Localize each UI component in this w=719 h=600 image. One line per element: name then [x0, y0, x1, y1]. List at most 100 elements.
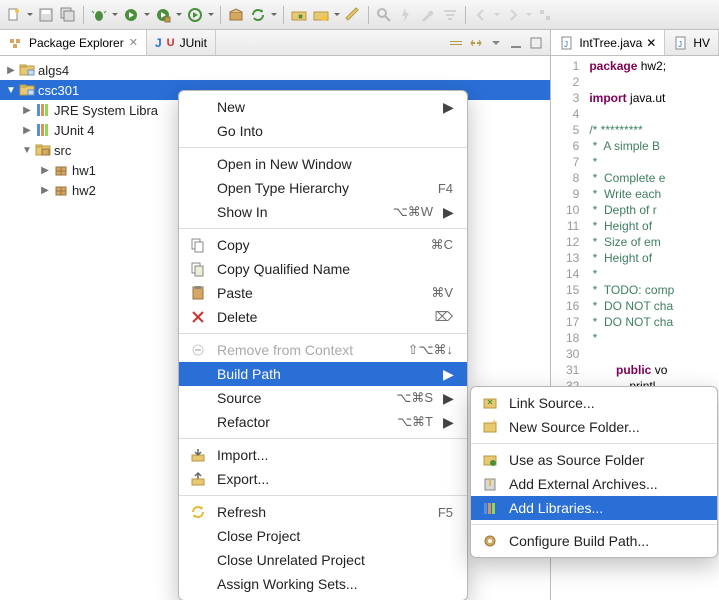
tree-label: csc301: [38, 83, 79, 98]
menu-label: Export...: [217, 471, 453, 487]
accelerator: F4: [438, 181, 453, 196]
run-icon[interactable]: [121, 5, 141, 25]
menu-item-export[interactable]: Export...: [179, 467, 467, 491]
package-icon[interactable]: [226, 5, 246, 25]
refresh-icon: [189, 504, 207, 520]
tab-inttree[interactable]: J IntTree.java ✕: [551, 30, 665, 55]
close-icon[interactable]: ✕: [129, 36, 138, 49]
menu-item-assign-working-sets[interactable]: Assign Working Sets...: [179, 572, 467, 596]
menu-item-open-type-hierarchy[interactable]: Open Type HierarchyF4: [179, 176, 467, 200]
copy-icon: [189, 237, 207, 253]
twisty-icon[interactable]: ▼: [6, 85, 16, 96]
maximize-icon[interactable]: [528, 35, 544, 51]
tree-label: src: [54, 143, 71, 158]
archive-icon: [481, 476, 499, 492]
addlib-icon: [481, 500, 499, 516]
folder-yellow-icon[interactable]: [311, 5, 331, 25]
menu-label: Show In: [217, 204, 359, 220]
filter-icon[interactable]: [440, 5, 460, 25]
context-submenu: Link Source... + New Source Folder... Use a…: [470, 386, 718, 558]
menu-item-refactor[interactable]: Refactor⌥⌘T▶: [179, 410, 467, 434]
menu-item-go-into[interactable]: Go Into: [179, 119, 467, 143]
tab-junit[interactable]: JU JUnit: [147, 30, 216, 55]
editor-tab-label: HV: [693, 36, 710, 50]
link-icon[interactable]: [468, 35, 484, 51]
menu-label: Refresh: [217, 504, 404, 520]
prev-icon[interactable]: [471, 5, 491, 25]
save-all-icon[interactable]: [58, 5, 78, 25]
menu-item-show-in[interactable]: Show In ⌥⌘W ▶: [179, 200, 467, 224]
menu-label: Import...: [217, 447, 453, 463]
wrench-icon[interactable]: [418, 5, 438, 25]
menu-item-open-in-new-window[interactable]: Open in New Window: [179, 152, 467, 176]
run-ext-icon[interactable]: [153, 5, 173, 25]
menu-item-new-source-folder[interactable]: + New Source Folder...: [471, 415, 717, 439]
twisty-icon[interactable]: ▶: [22, 125, 32, 136]
accelerator: ⌥⌘W: [393, 204, 433, 220]
svg-text:+: +: [492, 419, 497, 427]
twisty-icon[interactable]: ▶: [40, 185, 50, 196]
svg-text:J: J: [678, 40, 682, 49]
menu-label: New Source Folder...: [509, 419, 703, 435]
menu-item-add-libraries[interactable]: Add Libraries...: [471, 496, 717, 520]
menu-item-remove-from-context: Remove from Context⇧⌥⌘↓: [179, 338, 467, 362]
export-icon: [189, 471, 207, 487]
tab-package-explorer[interactable]: Package Explorer ✕: [0, 30, 147, 55]
menu-item-delete[interactable]: Delete⌦: [179, 305, 467, 329]
submenu-arrow-icon: ▶: [443, 204, 453, 221]
menu-item-close-unrelated-project[interactable]: Close Unrelated Project: [179, 548, 467, 572]
minimize-icon[interactable]: [508, 35, 524, 51]
twisty-icon[interactable]: ▼: [22, 145, 32, 156]
menu-item-copy[interactable]: Copy ⌘C: [179, 233, 467, 257]
save-icon[interactable]: [36, 5, 56, 25]
brush-icon[interactable]: [343, 5, 363, 25]
menu-label: Refactor: [217, 414, 363, 430]
menu-label: Assign Working Sets...: [217, 576, 453, 592]
linksrc-icon: [481, 395, 499, 411]
menu-item-configure-build-path[interactable]: Configure Build Path...: [471, 529, 717, 553]
step-icon[interactable]: [535, 5, 555, 25]
tree-item-algs4[interactable]: ▶ algs4: [0, 60, 550, 80]
twisty-icon[interactable]: ▶: [40, 165, 50, 176]
tree-label: hw1: [72, 163, 96, 178]
menu-label: Use as Source Folder: [509, 452, 703, 468]
twisty-icon[interactable]: ▶: [22, 105, 32, 116]
newsrc-icon: +: [481, 419, 499, 435]
next-icon[interactable]: [503, 5, 523, 25]
cycle-icon[interactable]: [248, 5, 268, 25]
menu-label: Copy: [217, 237, 397, 253]
bug-icon[interactable]: [89, 5, 109, 25]
menu-item-import[interactable]: Import...: [179, 443, 467, 467]
menu-item-copy-qualified-name[interactable]: Copy Qualified Name: [179, 257, 467, 281]
collapse-icon[interactable]: [448, 35, 464, 51]
accelerator: ⌘C: [431, 237, 453, 253]
tree-label: algs4: [38, 63, 69, 78]
twisty-icon[interactable]: ▶: [6, 65, 16, 76]
search-icon[interactable]: [374, 5, 394, 25]
menu-item-build-path[interactable]: Build Path▶: [179, 362, 467, 386]
menu-item-close-project[interactable]: Close Project: [179, 524, 467, 548]
menu-icon[interactable]: [488, 35, 504, 51]
menu-item-source[interactable]: Source⌥⌘S▶: [179, 386, 467, 410]
menu-item-new[interactable]: New▶: [179, 95, 467, 119]
config-icon: [481, 533, 499, 549]
svg-text:J: J: [564, 40, 568, 49]
copyq-icon: [189, 261, 207, 277]
run-last-icon[interactable]: [185, 5, 205, 25]
close-icon[interactable]: ✕: [646, 36, 656, 50]
folder-green-icon[interactable]: [289, 5, 309, 25]
menu-label: Add Libraries...: [509, 500, 703, 516]
new-icon[interactable]: [4, 5, 24, 25]
tab-hv[interactable]: J HV: [665, 30, 719, 55]
menu-item-refresh[interactable]: RefreshF5: [179, 500, 467, 524]
submenu-arrow-icon: ▶: [443, 390, 453, 407]
menu-item-paste[interactable]: Paste⌘V: [179, 281, 467, 305]
menu-label: Configure Build Path...: [509, 533, 703, 549]
delete-icon: [189, 309, 207, 325]
menu-item-use-as-source-folder[interactable]: Use as Source Folder: [471, 448, 717, 472]
menu-item-add-external-archives[interactable]: Add External Archives...: [471, 472, 717, 496]
flash-icon[interactable]: [396, 5, 416, 25]
accelerator: ⌦: [435, 309, 453, 325]
accelerator: ⌘V: [431, 285, 453, 301]
menu-item-link-source[interactable]: Link Source...: [471, 391, 717, 415]
